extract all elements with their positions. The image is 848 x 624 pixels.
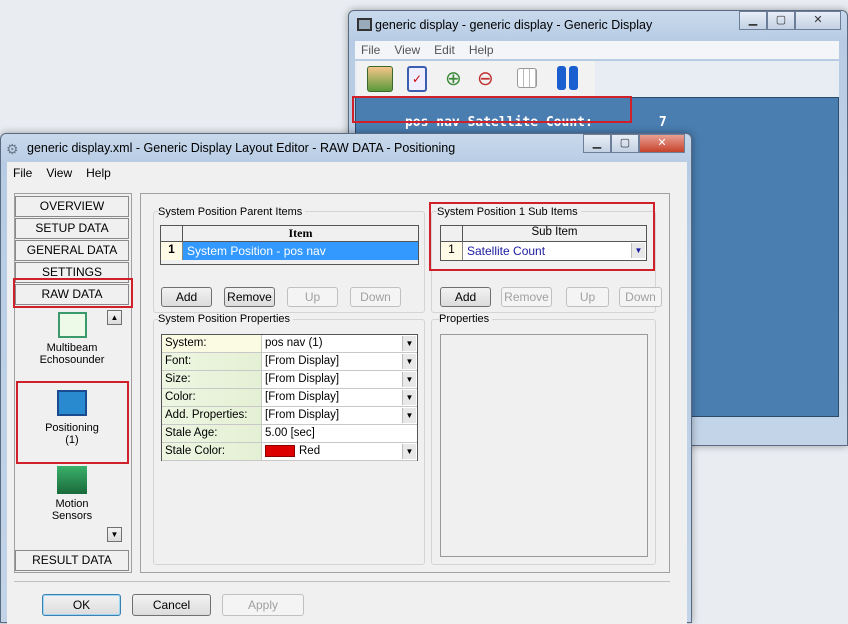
properties-title: System Position Properties — [158, 313, 294, 325]
close-button[interactable]: ✕ — [795, 11, 841, 30]
property-key: Add. Properties: — [162, 407, 262, 424]
property-key: Font: — [162, 353, 262, 370]
highlight-box — [352, 96, 632, 123]
sensor-multibeam[interactable]: Multibeam Echosounder — [20, 312, 124, 366]
chevron-down-icon[interactable]: ▼ — [402, 444, 416, 459]
divider — [14, 581, 670, 582]
zoom-out-icon[interactable]: ⊖ — [477, 66, 503, 92]
menu-file[interactable]: File — [13, 164, 32, 182]
highlight-box — [16, 381, 129, 464]
zoom-in-icon[interactable]: ⊕ — [445, 66, 471, 92]
row-index: 1 — [161, 242, 183, 260]
property-value: [From Display] — [265, 355, 340, 367]
property-row[interactable]: Stale Color: Red ▼ — [162, 443, 417, 461]
column-header-item: Item — [288, 226, 313, 240]
menu-help[interactable]: Help — [86, 164, 111, 182]
property-key: Stale Age: — [162, 425, 262, 442]
motion-sensor-icon — [57, 466, 87, 494]
property-row[interactable]: Stale Age: 5.00 [sec] — [162, 425, 417, 443]
ok-button[interactable]: OK — [42, 594, 121, 616]
menu-edit[interactable]: Edit — [434, 41, 455, 59]
nav-result-data[interactable]: RESULT DATA — [15, 550, 129, 571]
close-button[interactable]: ✕ — [639, 134, 685, 153]
monitor-icon — [357, 18, 372, 31]
highlight-box — [13, 278, 133, 308]
property-row[interactable]: System: pos nav (1) ▼ — [162, 335, 417, 353]
menu-file[interactable]: File — [361, 41, 380, 59]
property-key: Size: — [162, 371, 262, 388]
row-value: System Position - pos nav — [183, 242, 418, 260]
property-value: Red — [299, 445, 321, 457]
chevron-down-icon[interactable]: ▼ — [402, 390, 416, 405]
nav-overview[interactable]: OVERVIEW — [15, 196, 129, 217]
color-swatch — [265, 444, 295, 457]
window-title: generic display.xml - Generic Display La… — [27, 141, 456, 155]
chevron-down-icon[interactable]: ▼ — [402, 408, 416, 423]
pause-icon[interactable] — [557, 66, 583, 92]
menu-help[interactable]: Help — [469, 41, 494, 59]
sensor-label: Multibeam — [46, 342, 98, 354]
property-value[interactable]: 5.00 [sec] — [265, 427, 315, 439]
properties-grid: System: pos nav (1) ▼ Font: [From Display] ▼… — [161, 334, 418, 461]
echosounder-icon — [57, 312, 87, 338]
sub-down-button[interactable]: Down — [619, 287, 662, 307]
parent-items-title: System Position Parent Items — [158, 206, 306, 218]
sub-up-button[interactable]: Up — [566, 287, 609, 307]
grid-icon[interactable] — [517, 68, 537, 88]
sub-properties-grid — [440, 334, 648, 557]
checklist-icon[interactable]: ✓ — [407, 66, 427, 92]
toolbar — [355, 61, 839, 97]
table-row[interactable]: 1 System Position - pos nav — [161, 242, 418, 260]
nav-general-data[interactable]: GENERAL DATA — [15, 240, 129, 261]
property-key: Color: — [162, 389, 262, 406]
maximize-button[interactable]: ▢ — [611, 134, 639, 153]
property-row[interactable]: Font: [From Display] ▼ — [162, 353, 417, 371]
parent-items-table: Item 1 System Position - pos nav — [160, 225, 419, 265]
property-value: [From Display] — [265, 391, 340, 403]
parent-up-button[interactable]: Up — [287, 287, 338, 307]
parent-down-button[interactable]: Down — [350, 287, 401, 307]
highlight-box — [429, 202, 655, 271]
window-title: generic display - generic display - Gene… — [375, 18, 653, 32]
chevron-down-icon[interactable]: ▼ — [402, 372, 416, 387]
minimize-button[interactable]: ▁ — [583, 134, 611, 153]
parent-remove-button[interactable]: Remove — [224, 287, 275, 307]
property-value: pos nav (1) — [265, 337, 323, 349]
property-row[interactable]: Add. Properties: [From Display] ▼ — [162, 407, 417, 425]
gear-icon: ⚙ — [6, 141, 19, 157]
display-value: 7 — [658, 115, 667, 130]
sensor-motion[interactable]: Motion Sensors — [20, 466, 124, 522]
sub-remove-button[interactable]: Remove — [501, 287, 552, 307]
maximize-button[interactable]: ▢ — [767, 11, 795, 30]
scroll-down-button[interactable]: ▼ — [107, 527, 122, 542]
menu-view[interactable]: View — [46, 164, 72, 182]
nav-setup-data[interactable]: SETUP DATA — [15, 218, 129, 239]
chevron-down-icon[interactable]: ▼ — [402, 336, 416, 351]
chevron-down-icon[interactable]: ▼ — [402, 354, 416, 369]
sensor-label: Sensors — [51, 510, 93, 522]
property-value: [From Display] — [265, 373, 340, 385]
sensor-label: Echosounder — [39, 354, 105, 366]
user-icon[interactable] — [367, 66, 393, 92]
sub-add-button[interactable]: Add — [440, 287, 491, 307]
property-value: [From Display] — [265, 409, 340, 421]
sensor-label: Motion — [55, 498, 89, 510]
apply-button[interactable]: Apply — [222, 594, 304, 616]
parent-add-button[interactable]: Add — [161, 287, 212, 307]
property-row[interactable]: Size: [From Display] ▼ — [162, 371, 417, 389]
sub-properties-title: Properties — [439, 313, 493, 325]
menu-view[interactable]: View — [394, 41, 420, 59]
property-key: Stale Color: — [162, 443, 262, 460]
property-row[interactable]: Color: [From Display] ▼ — [162, 389, 417, 407]
minimize-button[interactable]: ▁ — [739, 11, 767, 30]
property-key: System: — [162, 335, 262, 352]
cancel-button[interactable]: Cancel — [132, 594, 211, 616]
